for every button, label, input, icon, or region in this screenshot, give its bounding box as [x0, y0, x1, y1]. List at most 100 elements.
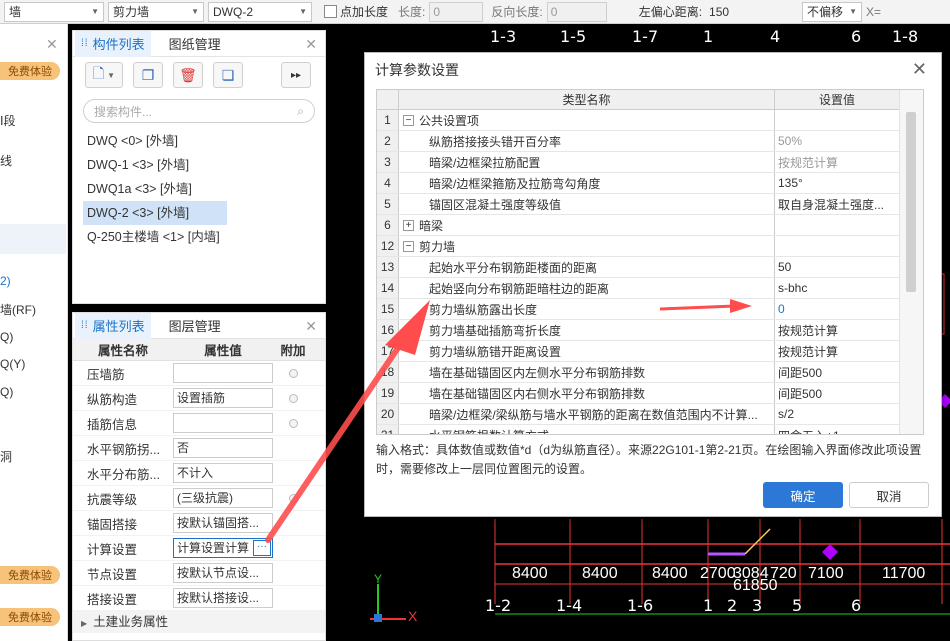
- collapse-icon[interactable]: −: [403, 240, 414, 252]
- nav-item[interactable]: Ⅰ段: [0, 112, 16, 129]
- chevron-down-icon: ▼: [91, 7, 99, 16]
- table-row[interactable]: 2 纵筋搭接接头错开百分率 50%: [377, 131, 923, 152]
- expand-button[interactable]: ▸▸: [281, 62, 311, 88]
- setting-value[interactable]: 50: [775, 257, 899, 277]
- component-tabs: ⁞⁞ 构件列表 图纸管理 ✕: [73, 30, 325, 57]
- list-item-selected[interactable]: DWQ-2 <3> [外墙]: [83, 201, 227, 225]
- new-component-button[interactable]: 🗋 ▼: [85, 62, 123, 88]
- table-row[interactable]: 4 暗梁/边框梁箍筋及拉筋弯勾角度 135°: [377, 173, 923, 194]
- point-length-checkbox[interactable]: [324, 5, 337, 18]
- list-item[interactable]: DWQ <0> [外墙]: [73, 129, 325, 153]
- list-item[interactable]: DWQ-1 <3> [外墙]: [73, 153, 325, 177]
- setting-value[interactable]: 间距500: [775, 383, 899, 403]
- table-row[interactable]: 3 暗梁/边框梁拉筋配置 按规范计算: [377, 152, 923, 173]
- tab-component-list[interactable]: ⁞⁞ 构件列表: [75, 30, 151, 57]
- property-value[interactable]: [173, 413, 273, 433]
- extra-radio[interactable]: [288, 368, 298, 378]
- expand-icon[interactable]: +: [403, 219, 414, 231]
- property-value[interactable]: 设置插筋: [173, 388, 273, 408]
- table-row[interactable]: 6 + 暗梁: [377, 215, 923, 236]
- tab-property-list[interactable]: ⁞⁞ 属性列表: [75, 312, 151, 339]
- table-row[interactable]: 1− 公共设置项: [377, 110, 923, 131]
- setting-value[interactable]: s/2: [775, 404, 899, 424]
- setting-value[interactable]: [775, 110, 899, 130]
- dimension-label: 8400: [512, 565, 548, 582]
- delete-button[interactable]: 🗑: [173, 62, 203, 88]
- nav-item[interactable]: 墙(RF): [0, 301, 36, 318]
- reverse-length-input[interactable]: 0: [546, 1, 607, 22]
- category-combo[interactable]: 墙 ▼: [4, 1, 104, 22]
- property-row: 压墙筋: [73, 361, 325, 386]
- table-row[interactable]: 14 起始竖向分布钢筋距暗柱边的距离 s-bhc: [377, 278, 923, 299]
- point-length-option[interactable]: 点加长度: [324, 3, 388, 20]
- nav-item-selected[interactable]: [0, 224, 66, 254]
- table-row[interactable]: 19 墙在基础锚固区内右侧水平分布钢筋排数 间距500: [377, 383, 923, 404]
- property-value[interactable]: (三级抗震): [173, 488, 273, 508]
- setting-value[interactable]: 135°: [775, 173, 899, 193]
- component-search-input[interactable]: 搜索构件... ⌕: [83, 99, 315, 123]
- duplicate-button[interactable]: ❏: [213, 62, 243, 88]
- component-combo[interactable]: DWQ-2 ▼: [208, 1, 312, 22]
- property-value[interactable]: 按默认锚固搭...: [173, 513, 273, 533]
- section-header[interactable]: ▶ 土建业务属性: [73, 611, 325, 633]
- table-row[interactable]: 21水平钢筋根数计算方式四舍五入+1: [377, 425, 923, 435]
- property-value[interactable]: 否: [173, 438, 273, 458]
- property-value[interactable]: [173, 363, 273, 383]
- close-icon[interactable]: ✕: [46, 36, 58, 53]
- close-icon[interactable]: ✕: [305, 318, 317, 335]
- cancel-button[interactable]: 取消: [849, 482, 929, 508]
- nav-item[interactable]: 洞: [0, 448, 12, 465]
- ok-button[interactable]: 确定: [763, 482, 843, 508]
- offset-mode-combo[interactable]: 不偏移 ▼: [802, 1, 863, 22]
- free-trial-badge[interactable]: 免费体验: [0, 62, 60, 80]
- list-item[interactable]: Q-250主楼墙 <1> [内墙]: [73, 225, 325, 249]
- length-input[interactable]: 0: [429, 1, 484, 22]
- table-row[interactable]: 15 剪力墙纵筋露出长度 0: [377, 299, 923, 320]
- nav-item[interactable]: Q): [0, 385, 13, 399]
- table-row[interactable]: 5 锚固区混凝土强度等级值 取自身混凝土强度...: [377, 194, 923, 215]
- property-value[interactable]: 不计入: [173, 463, 273, 483]
- table-row[interactable]: 13 起始水平分布钢筋距楼面的距离 50: [377, 257, 923, 278]
- collapse-icon[interactable]: −: [403, 114, 414, 126]
- close-icon[interactable]: ✕: [305, 36, 317, 53]
- close-icon[interactable]: ✕: [912, 59, 927, 80]
- table-row[interactable]: 12− 剪力墙: [377, 236, 923, 257]
- setting-value[interactable]: 按规范计算: [775, 320, 899, 340]
- extra-radio[interactable]: [288, 418, 298, 428]
- tab-layer-management[interactable]: 图层管理: [169, 313, 221, 339]
- setting-value[interactable]: [775, 236, 899, 256]
- setting-value[interactable]: [775, 215, 899, 235]
- table-row[interactable]: 20 暗梁/边框梁/梁纵筋与墙水平钢筋的距离在数值范围内不计算... s/2: [377, 404, 923, 425]
- copy-button[interactable]: ❐: [133, 62, 163, 88]
- setting-value[interactable]: s-bhc: [775, 278, 899, 298]
- row-number: 20: [377, 404, 399, 424]
- table-row[interactable]: 17 剪力墙纵筋错开距离设置 按规范计算: [377, 341, 923, 362]
- extra-radio[interactable]: [288, 393, 298, 403]
- scrollbar-thumb[interactable]: [906, 112, 916, 292]
- setting-value[interactable]: 50%: [775, 131, 899, 151]
- property-value[interactable]: 按默认搭接设...: [173, 588, 273, 608]
- setting-value[interactable]: 四舍五入+1: [775, 425, 899, 435]
- vertical-scrollbar[interactable]: [899, 90, 923, 434]
- type-combo[interactable]: 剪力墙 ▼: [108, 1, 204, 22]
- table-row[interactable]: 16 剪力墙基础插筋弯折长度 按规范计算: [377, 320, 923, 341]
- list-item[interactable]: DWQ1a <3> [外墙]: [73, 177, 325, 201]
- offset-input[interactable]: 150: [706, 2, 786, 22]
- setting-value[interactable]: 取自身混凝土强度...: [775, 194, 899, 214]
- setting-value[interactable]: 间距500: [775, 362, 899, 382]
- setting-value[interactable]: 按规范计算: [775, 152, 899, 172]
- free-trial-badge[interactable]: 免费体验: [0, 566, 60, 584]
- property-value[interactable]: 按默认节点设...: [173, 563, 273, 583]
- calc-setting-value[interactable]: 计算设置计算 ···: [173, 538, 273, 558]
- setting-value[interactable]: 按规范计算: [775, 341, 899, 361]
- nav-item[interactable]: Q): [0, 330, 13, 344]
- setting-value[interactable]: 0: [775, 299, 899, 319]
- tab-drawing-management[interactable]: 图纸管理: [169, 31, 221, 57]
- more-options-button[interactable]: ···: [253, 540, 271, 556]
- free-trial-badge[interactable]: 免费体验: [0, 608, 60, 626]
- nav-item[interactable]: 线: [0, 152, 12, 169]
- table-row[interactable]: 18 墙在基础锚固区内左侧水平分布钢筋排数 间距500: [377, 362, 923, 383]
- extra-radio[interactable]: [288, 493, 298, 503]
- nav-item[interactable]: Q(Y): [0, 357, 25, 371]
- nav-item[interactable]: 2): [0, 274, 11, 288]
